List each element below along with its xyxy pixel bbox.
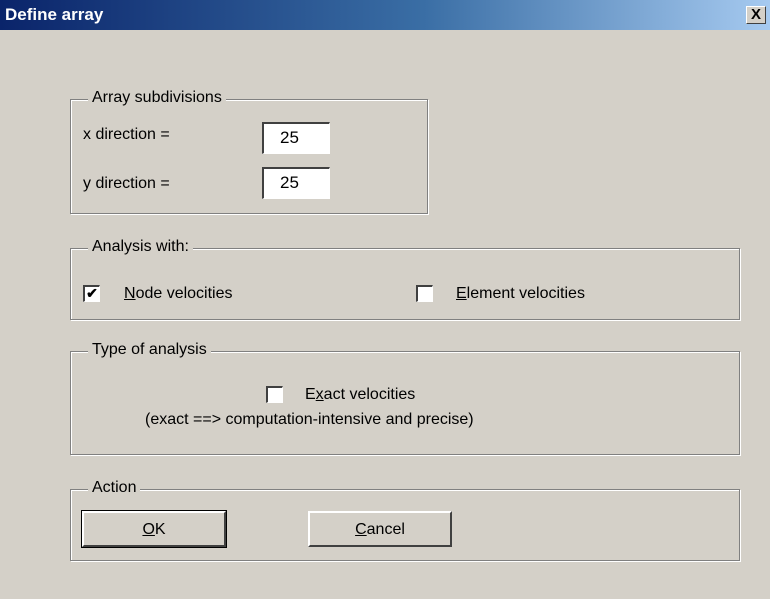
node-velocities-label[interactable]: Node velocities xyxy=(124,285,233,303)
ok-button[interactable]: OK xyxy=(81,510,227,548)
analysis-with-group: Analysis with: xyxy=(70,238,740,320)
exact-velocities-checkbox[interactable] xyxy=(266,386,283,403)
action-legend: Action xyxy=(88,479,141,497)
node-velocities-checkbox[interactable]: ✔ xyxy=(83,285,100,302)
array-subdivisions-legend: Array subdivisions xyxy=(88,89,226,107)
close-icon: X xyxy=(750,6,761,23)
exact-velocities-label[interactable]: Exact velocities xyxy=(305,386,415,404)
element-velocities-label[interactable]: Element velocities xyxy=(456,285,585,303)
x-direction-input[interactable]: 25 xyxy=(262,122,330,154)
x-direction-label: x direction = xyxy=(83,126,170,143)
y-direction-input[interactable]: 25 xyxy=(262,167,330,199)
title-bar: Define array X xyxy=(0,0,770,30)
y-direction-label: y direction = xyxy=(83,175,170,192)
cancel-button[interactable]: Cancel xyxy=(308,511,452,547)
type-of-analysis-legend: Type of analysis xyxy=(88,341,211,359)
close-button[interactable]: X xyxy=(746,6,766,24)
element-velocities-checkbox[interactable] xyxy=(416,285,433,302)
analysis-with-legend: Analysis with: xyxy=(88,238,193,256)
window-title: Define array xyxy=(5,5,104,24)
exact-velocities-note: (exact ==> computation-intensive and pre… xyxy=(145,411,474,428)
array-subdivisions-group: Array subdivisions xyxy=(70,89,428,214)
